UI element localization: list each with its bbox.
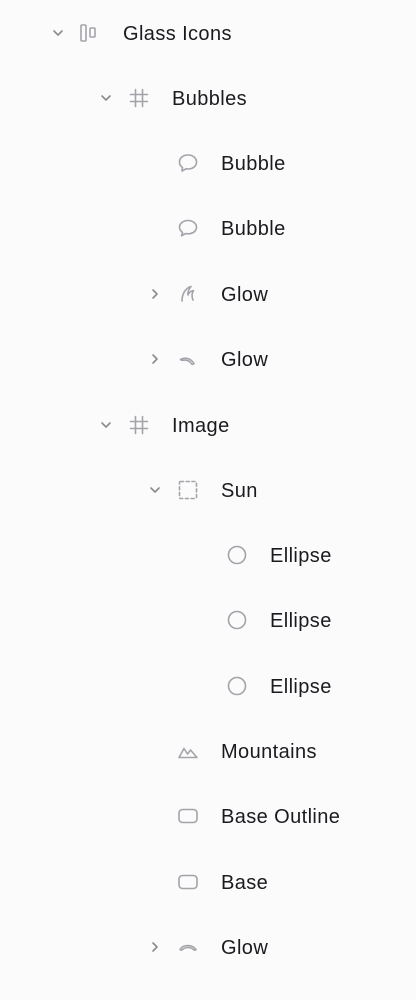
- chevron-down-icon[interactable]: [51, 26, 65, 40]
- hash-icon: [128, 87, 150, 109]
- chevron-down-icon[interactable]: [99, 418, 113, 432]
- layer-row-glass-icons[interactable]: Glass Icons: [0, 1, 416, 66]
- layer-label: Sun: [221, 480, 258, 502]
- layer-label: Ellipse: [270, 676, 332, 698]
- ellipse-icon: [226, 609, 248, 631]
- layer-label: Glass Icons: [123, 23, 232, 45]
- rounded-rect-icon: [177, 805, 199, 827]
- ellipse-icon: [226, 675, 248, 697]
- frame-icon: [79, 22, 101, 44]
- layer-row-ellipse[interactable]: Ellipse: [0, 588, 416, 653]
- layer-row-base-outline[interactable]: Base Outline: [0, 784, 416, 849]
- speech-bubble-icon: [177, 217, 199, 239]
- chevron-right-icon[interactable]: [148, 940, 162, 954]
- layers-tree: Glass Icons Bubbles Bubble Bubble Glow G…: [0, 0, 416, 1000]
- layer-row-glow[interactable]: Glow: [0, 327, 416, 392]
- layer-label: Base Outline: [221, 806, 341, 828]
- layer-row-bubbles[interactable]: Bubbles: [0, 66, 416, 131]
- layer-label: Mountains: [221, 741, 317, 763]
- layer-label: Image: [172, 415, 230, 437]
- mountains-icon: [177, 740, 199, 762]
- layer-row-glow[interactable]: Glow: [0, 262, 416, 327]
- dashed-square-icon: [177, 479, 199, 501]
- layer-label: Bubbles: [172, 88, 248, 110]
- layer-label: Ellipse: [270, 545, 332, 567]
- layer-row-sun[interactable]: Sun: [0, 458, 416, 523]
- layer-row-base[interactable]: Base: [0, 850, 416, 915]
- hash-icon: [128, 414, 150, 436]
- rounded-rect-icon: [177, 871, 199, 893]
- layer-row-image[interactable]: Image: [0, 393, 416, 458]
- layer-label: Glow: [221, 284, 269, 306]
- layer-label: Glow: [221, 937, 269, 959]
- layer-row-ellipse[interactable]: Ellipse: [0, 523, 416, 588]
- layer-label: Ellipse: [270, 610, 332, 632]
- ellipse-icon: [226, 544, 248, 566]
- layer-row-glow[interactable]: Glow: [0, 915, 416, 980]
- layer-label: Bubble: [221, 218, 286, 240]
- glow-arc-icon: [177, 936, 199, 958]
- layer-row-bubble[interactable]: Bubble: [0, 196, 416, 261]
- chevron-down-icon[interactable]: [148, 483, 162, 497]
- chevron-down-icon[interactable]: [99, 91, 113, 105]
- layer-label: Bubble: [221, 153, 286, 175]
- chevron-right-icon[interactable]: [148, 352, 162, 366]
- speech-bubble-icon: [177, 152, 199, 174]
- layer-row-ellipse[interactable]: Ellipse: [0, 654, 416, 719]
- glow-curve-icon: [177, 283, 199, 305]
- layer-row-bubble[interactable]: Bubble: [0, 131, 416, 196]
- layer-row-mountains[interactable]: Mountains: [0, 719, 416, 784]
- glow-arc-icon: [177, 348, 199, 370]
- layer-label: Base: [221, 872, 269, 894]
- layer-label: Glow: [221, 349, 269, 371]
- chevron-right-icon[interactable]: [148, 287, 162, 301]
